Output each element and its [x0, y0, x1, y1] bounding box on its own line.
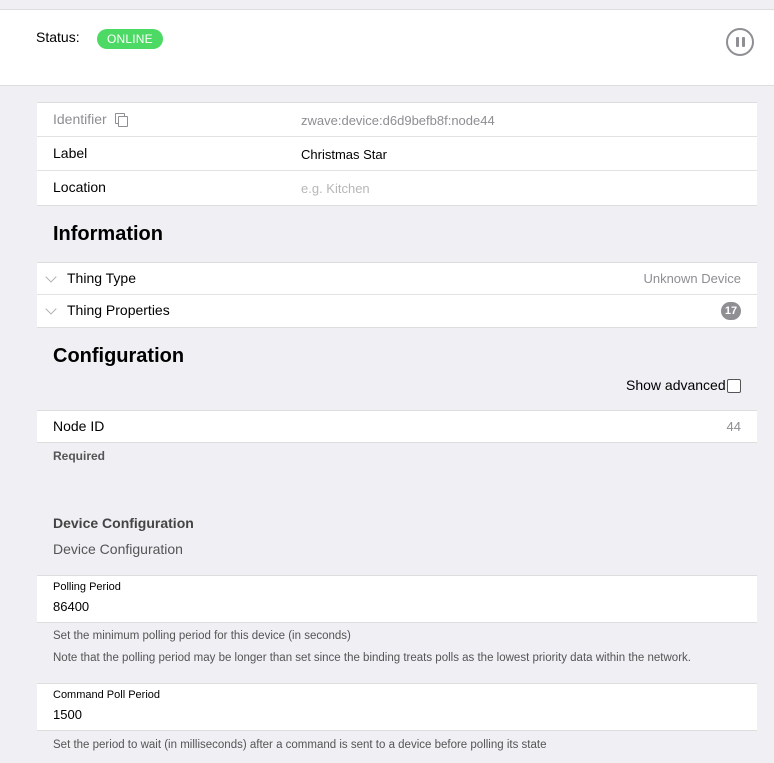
- show-advanced-label: Show advanced: [626, 377, 726, 393]
- information-title: Information: [53, 223, 163, 245]
- status-badge: ONLINE: [97, 29, 163, 49]
- required-label: Required: [53, 449, 106, 463]
- details-list: Identifier zwave:device:d6d9befb8f:node4…: [37, 102, 757, 206]
- polling-period-label: Polling Period: [53, 581, 121, 593]
- configuration-title: Configuration: [53, 345, 185, 367]
- command-poll-period-label: Command Poll Period: [53, 689, 160, 701]
- label-label: Label: [53, 145, 88, 161]
- location-input[interactable]: e.g. Kitchen: [301, 181, 370, 196]
- polling-period-input[interactable]: 86400: [53, 599, 89, 614]
- device-config-title: Device Configuration: [53, 515, 194, 531]
- node-id-label: Node ID: [53, 418, 105, 434]
- thing-properties-row[interactable]: Thing Properties 17: [37, 295, 757, 327]
- polling-period-field[interactable]: Polling Period 86400: [37, 575, 757, 623]
- node-id-list: Node ID 44: [37, 410, 757, 443]
- thing-type-row[interactable]: Thing Type Unknown Device: [37, 263, 757, 295]
- thing-type-label: Thing Type: [67, 270, 137, 286]
- command-poll-period-field[interactable]: Command Poll Period 1500: [37, 683, 757, 731]
- identifier-value: zwave:device:d6d9befb8f:node44: [301, 113, 495, 128]
- polling-period-hint: Set the minimum polling period for this …: [53, 630, 351, 642]
- information-list: Thing Type Unknown Device Thing Properti…: [37, 262, 757, 328]
- chevron-down-icon: [45, 303, 57, 315]
- thing-properties-label: Thing Properties: [67, 302, 170, 318]
- location-row: Location e.g. Kitchen: [37, 171, 757, 205]
- polling-period-note: Note that the polling period may be long…: [53, 652, 691, 664]
- command-poll-period-hint: Set the period to wait (in milliseconds)…: [53, 739, 547, 751]
- identifier-row: Identifier zwave:device:d6d9befb8f:node4…: [37, 103, 757, 137]
- show-advanced-checkbox[interactable]: [727, 379, 741, 393]
- status-label: Status:: [36, 29, 80, 45]
- identifier-label: Identifier: [53, 111, 128, 127]
- node-id-value[interactable]: 44: [727, 419, 741, 434]
- node-id-row: Node ID 44: [37, 411, 757, 442]
- location-label: Location: [53, 179, 106, 195]
- status-card: Status: ONLINE: [0, 9, 774, 86]
- chevron-down-icon: [45, 271, 57, 283]
- device-config-subtitle: Device Configuration: [53, 541, 183, 557]
- label-input[interactable]: Christmas Star: [301, 147, 387, 162]
- thing-properties-count: 17: [721, 302, 741, 320]
- label-row: Label Christmas Star: [37, 137, 757, 171]
- top-strip: [0, 0, 774, 9]
- copy-icon[interactable]: [114, 113, 128, 127]
- command-poll-period-input[interactable]: 1500: [53, 707, 82, 722]
- pause-button[interactable]: [726, 28, 754, 56]
- thing-type-value: Unknown Device: [643, 271, 741, 286]
